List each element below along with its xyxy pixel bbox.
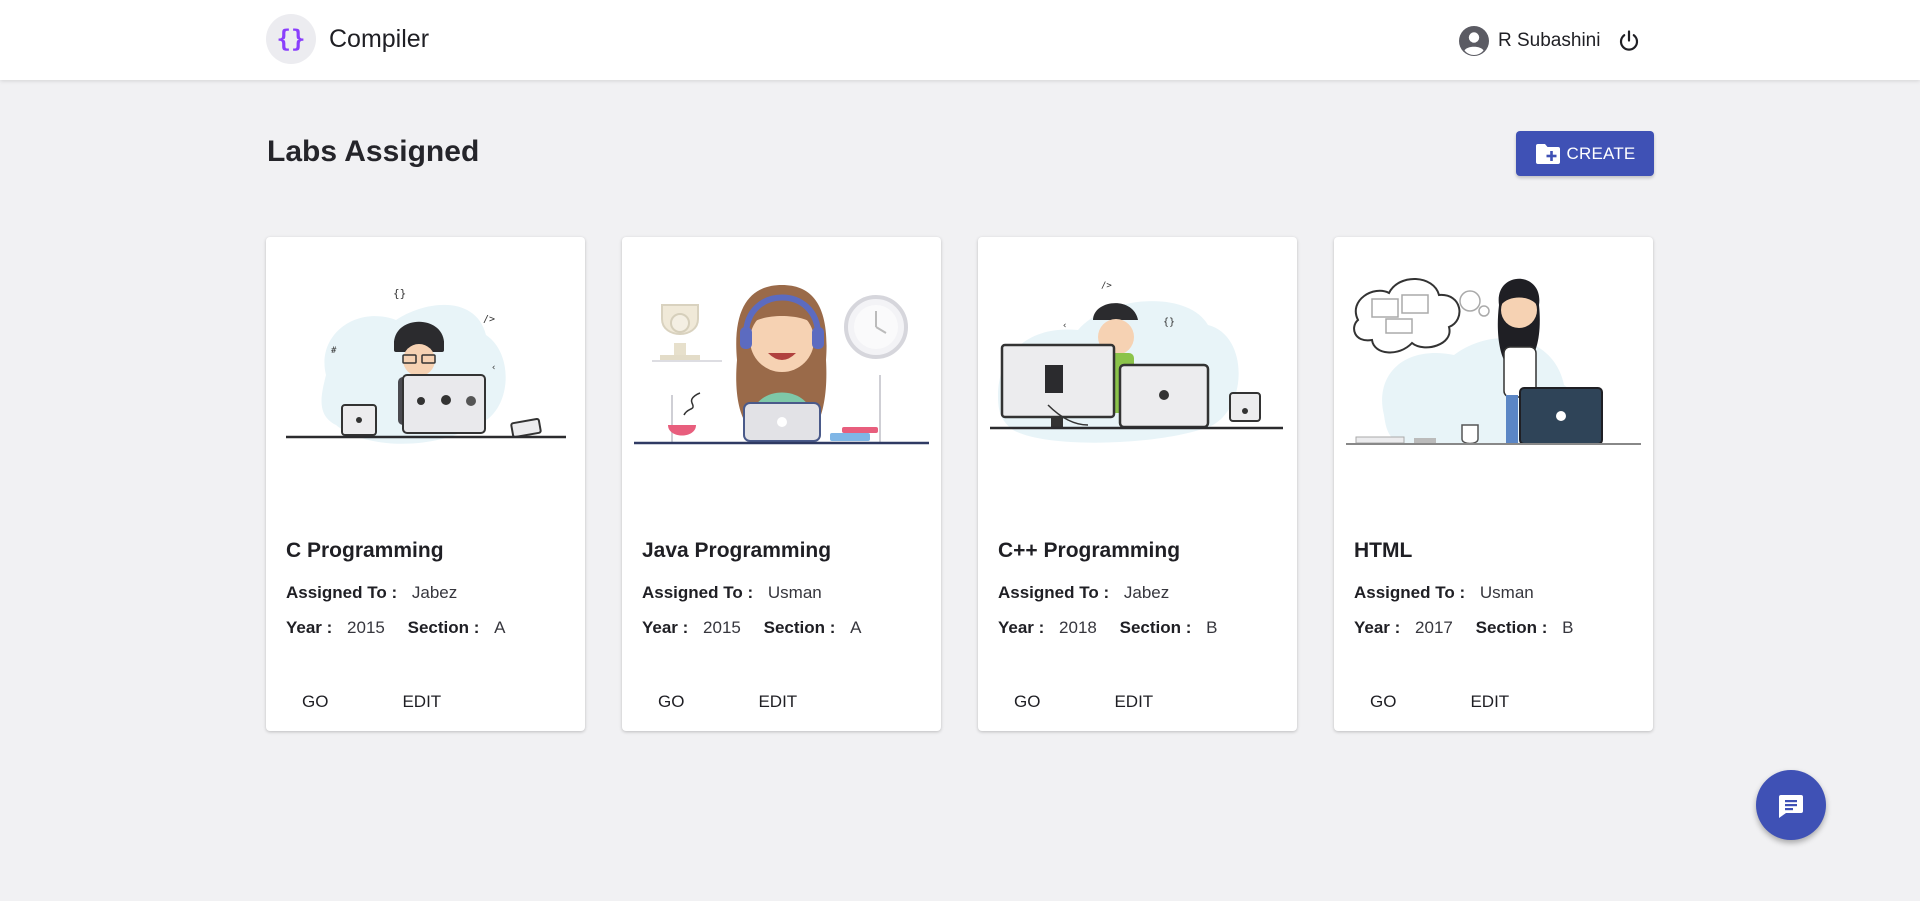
svg-text:#: # — [331, 346, 337, 356]
year-value: 2018 — [1059, 618, 1097, 637]
assigned-row: Assigned To : Usman — [642, 583, 822, 603]
lab-title: HTML — [1354, 539, 1413, 562]
section-value: B — [1206, 618, 1218, 637]
year-section-row: Year : 2018 Section : B — [998, 618, 1217, 638]
go-button[interactable]: GO — [1354, 686, 1412, 718]
logo-icon: {} — [266, 14, 316, 64]
svg-text:{}: {} — [1163, 317, 1175, 328]
lab-card: /> {} ‹ C++ Programming Assigned To : Ja… — [978, 237, 1297, 731]
card-actions: GO EDIT — [642, 686, 813, 718]
app-name: Compiler — [329, 24, 430, 53]
chat-button[interactable] — [1756, 770, 1826, 840]
year-value: 2017 — [1415, 618, 1453, 637]
year-section-row: Year : 2015 Section : A — [642, 618, 861, 638]
go-button[interactable]: GO — [998, 686, 1056, 718]
developer-with-laptop-illustration: {} /> # ‹ — [286, 287, 566, 444]
svg-text:/>: /> — [1101, 281, 1112, 291]
edit-button[interactable]: EDIT — [1454, 686, 1525, 718]
support-agent-with-headset-illustration — [634, 285, 929, 445]
developer-behind-monitor-illustration: /> {} ‹ — [990, 281, 1283, 443]
go-button[interactable]: GO — [642, 686, 700, 718]
card-actions: GO EDIT — [998, 686, 1169, 718]
section-value: A — [494, 618, 506, 637]
svg-text:/>: /> — [483, 314, 495, 325]
edit-button[interactable]: EDIT — [1098, 686, 1169, 718]
year-label: Year : — [1354, 618, 1401, 637]
brand[interactable]: {} Compiler — [266, 14, 429, 64]
lab-card: Java Programming Assigned To : Usman Yea… — [622, 237, 941, 731]
year-label: Year : — [642, 618, 689, 637]
lab-title: C++ Programming — [998, 539, 1181, 562]
create-button[interactable]: CREATE — [1516, 131, 1654, 176]
svg-text:‹: ‹ — [1062, 321, 1067, 331]
section-value: A — [850, 618, 862, 637]
assigned-to-label: Assigned To : — [998, 583, 1110, 602]
year-section-row: Year : 2015 Section : A — [286, 618, 505, 638]
assigned-to-label: Assigned To : — [286, 583, 398, 602]
section-value: B — [1562, 618, 1574, 637]
section-label: Section : — [1119, 618, 1192, 637]
user-menu: R Subashini — [1458, 25, 1644, 57]
create-button-label: CREATE — [1566, 143, 1636, 163]
lab-card: {} /> # ‹ C Programming Assigned To : Ja… — [266, 237, 585, 731]
assigned-row: Assigned To : Jabez — [286, 583, 457, 603]
lab-card: HTML Assigned To : Usman Year : 2017 Sec… — [1334, 237, 1653, 731]
section-label: Section : — [1475, 618, 1548, 637]
year-value: 2015 — [703, 618, 741, 637]
assigned-to-label: Assigned To : — [1354, 583, 1466, 602]
go-button[interactable]: GO — [286, 686, 344, 718]
edit-button[interactable]: EDIT — [386, 686, 457, 718]
section-label: Section : — [407, 618, 480, 637]
assigned-to-label: Assigned To : — [642, 583, 754, 602]
chat-icon — [1779, 795, 1803, 818]
year-label: Year : — [286, 618, 333, 637]
svg-text:{}: {} — [393, 287, 406, 300]
assigned-to-value: Jabez — [411, 583, 458, 602]
card-actions: GO EDIT — [1354, 686, 1525, 718]
folder-plus-icon — [1535, 143, 1560, 164]
lab-title: C Programming — [286, 539, 444, 562]
section-label: Section : — [763, 618, 836, 637]
edit-button[interactable]: EDIT — [742, 686, 813, 718]
labs-grid: {} /> # ‹ C Programming Assigned To : Ja… — [266, 237, 1655, 731]
year-value: 2015 — [347, 618, 385, 637]
logout-button[interactable] — [1614, 26, 1644, 56]
page-title: Labs Assigned — [267, 135, 480, 168]
woman-thinking-with-laptop-illustration — [1346, 278, 1641, 445]
power-icon — [1620, 30, 1639, 51]
card-actions: GO EDIT — [286, 686, 457, 718]
lab-title: Java Programming — [642, 539, 832, 562]
assigned-row: Assigned To : Jabez — [998, 583, 1169, 603]
year-section-row: Year : 2017 Section : B — [1354, 618, 1573, 638]
account-circle-icon[interactable] — [1458, 25, 1490, 57]
assigned-to-value: Usman — [767, 583, 822, 602]
user-name: R Subashini — [1498, 30, 1601, 51]
assigned-to-value: Usman — [1479, 583, 1534, 602]
assigned-row: Assigned To : Usman — [1354, 583, 1534, 603]
year-label: Year : — [998, 618, 1045, 637]
svg-text:‹: ‹ — [491, 363, 496, 373]
assigned-to-value: Jabez — [1123, 583, 1170, 602]
app-header: {} Compiler R Subashini — [0, 0, 1920, 80]
